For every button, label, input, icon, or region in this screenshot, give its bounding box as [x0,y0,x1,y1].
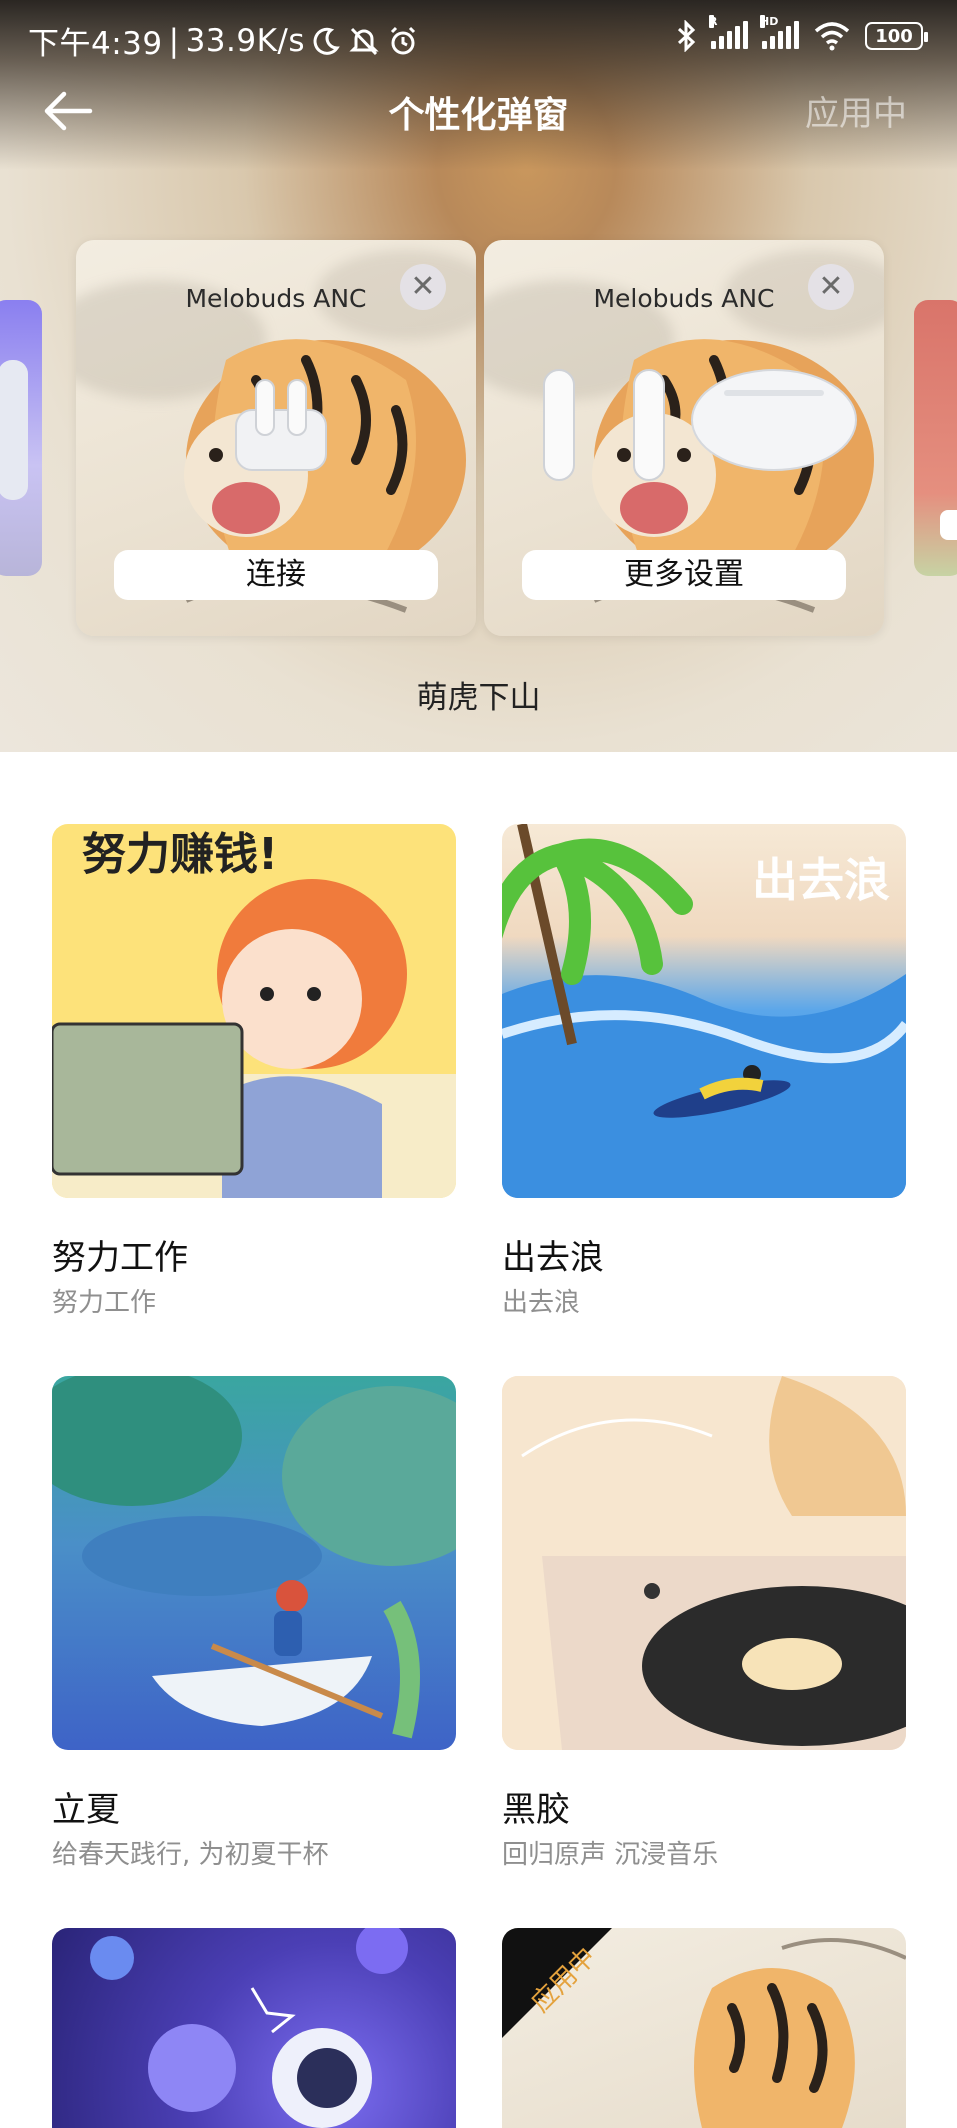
art-text: 出去浪 [752,853,890,907]
battery-icon: 100 [865,22,928,50]
vinyl-illustration [502,1376,906,1750]
moon-icon [313,27,340,55]
apply-button[interactable]: 应用中 [805,86,907,135]
summer-illustration [52,1376,456,1739]
preview-theme-name: 萌虎下山 [416,680,541,716]
next-preview-card[interactable] [914,300,957,576]
popup-preview-connect: Melobuds ANC ✕ 连接 [76,240,476,636]
wifi-icon [814,22,850,51]
theme-tile-space[interactable] [52,1928,456,2128]
earbuds-case-image [235,379,327,471]
bluetooth-icon [677,20,696,52]
bell-muted-icon [349,27,379,55]
popup-preview-settings: Melobuds ANC ✕ 更多设置 [484,240,884,636]
theme-tile-surf[interactable]: 出去浪 [502,824,906,1198]
surf-illustration: 出去浪 [502,824,906,1198]
title-bar: 个性化弹窗 应用中 [0,80,957,142]
theme-tile-summer[interactable] [52,1376,456,1750]
theme-tile-work[interactable]: 努力赚钱! [52,824,456,1198]
close-icon[interactable]: ✕ [400,264,446,310]
theme-name: 努力工作 [52,1238,188,1278]
signal-icon: R [709,15,748,49]
earbuds-image [543,369,857,481]
connect-button[interactable]: 连接 [114,550,438,600]
battery-level: 100 [875,25,913,47]
art-text: 努力赚钱! [82,829,278,880]
theme-tile-tiger[interactable]: 应用中 [502,1928,906,2128]
signal-icon: HD [760,15,799,49]
theme-subtitle: 出去浪 [502,1288,581,1318]
divider: | [168,22,180,59]
status-bar: 下午4:39 | 33.9K/s R HD 100 [0,0,957,80]
theme-subtitle: 努力工作 [52,1288,157,1318]
more-settings-button[interactable]: 更多设置 [522,550,846,600]
tiger-illustration: 应用中 [502,1928,906,2128]
theme-subtitle: 给春天践行, 为初夏干杯 [52,1840,329,1870]
network-speed: 33.9K/s [185,22,306,59]
theme-subtitle: 回归原声 沉浸音乐 [502,1840,719,1870]
theme-name: 黑胶 [502,1790,570,1830]
work-illustration: 努力赚钱! [52,829,456,1198]
alarm-icon [390,26,416,54]
theme-name: 立夏 [52,1790,120,1830]
prev-preview-card[interactable] [0,300,42,576]
theme-tile-vinyl[interactable] [502,1376,906,1750]
theme-name: 出去浪 [502,1238,604,1278]
clock: 下午4:39 [28,26,163,62]
space-illustration [90,1928,408,2128]
close-icon[interactable]: ✕ [808,264,854,310]
